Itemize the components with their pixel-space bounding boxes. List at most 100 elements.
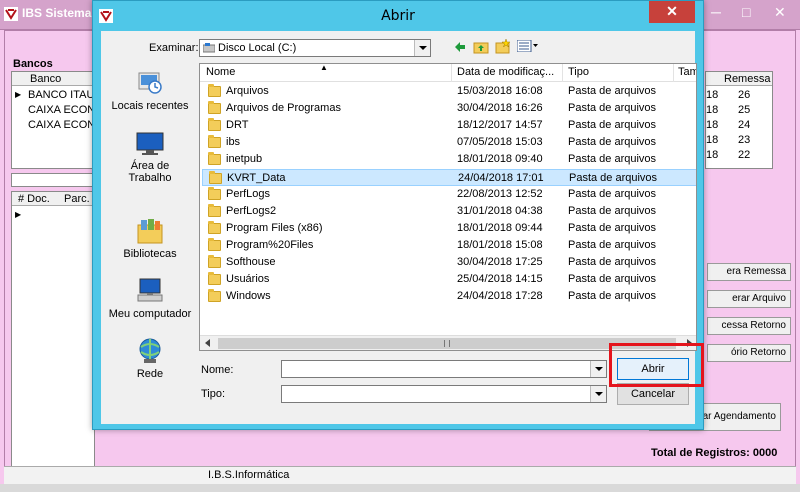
file-row[interactable]: Usuários 25/04/2018 14:15 Pasta de arquivo… <box>202 271 696 288</box>
folder-icon <box>208 186 221 200</box>
bancos-grid[interactable]: Banco ▶ BANCO ITAU CAIXA ECONO CAIXA ECO… <box>11 71 104 169</box>
file-row[interactable]: ibs 07/05/2018 15:03 Pasta de arquivos <box>202 134 696 151</box>
file-row[interactable]: Arquivos de Programas 30/04/2018 16:26 Pas… <box>202 100 696 117</box>
dialog-title: Abrir <box>381 8 415 24</box>
file-row[interactable]: PerfLogs 22/08/2013 12:52 Pasta de arquivo… <box>202 186 696 203</box>
desktop-icon <box>136 132 164 155</box>
row-pointer-icon: ▶ <box>15 210 22 219</box>
folder-icon <box>208 255 221 268</box>
file-type: Pasta de arquivos <box>568 256 657 268</box>
scrollbar-thumb[interactable] <box>218 338 676 349</box>
file-date: 31/01/2018 04:38 <box>457 204 543 217</box>
new-folder-icon[interactable] <box>495 38 511 54</box>
file-date: 24/04/2018 17:01 <box>458 171 544 184</box>
remessa-grid[interactable]: Remessa 18 26 18 25 18 24 18 23 18 22 <box>705 71 773 169</box>
file-type: Pasta de arquivos <box>569 171 658 184</box>
file-row[interactable]: Arquivos 15/03/2018 16:08 Pasta de arquivo… <box>202 83 696 100</box>
file-row[interactable]: DRT 18/12/2017 14:57 Pasta de arquivos <box>202 117 696 134</box>
file-type: Pasta de arquivos <box>568 204 657 217</box>
dialog-close-button[interactable]: ✕ <box>649 1 695 23</box>
file-type: Pasta de arquivos <box>568 85 657 97</box>
file-name: Program Files (x86) <box>226 221 323 234</box>
filter-field[interactable] <box>11 173 95 187</box>
file-name: Arquivos de Programas <box>226 102 341 115</box>
file-date: 30/04/2018 16:26 <box>457 102 543 115</box>
remessa-cell: 18 <box>706 134 719 146</box>
file-list-header: Nome ▲ Data de modificaç... Tipo Tam <box>200 64 696 82</box>
file-name: Windows <box>226 290 271 303</box>
look-in-value: Disco Local (C:) <box>218 42 297 54</box>
file-name-input[interactable] <box>281 360 607 378</box>
place-label: Meu computador <box>108 308 192 320</box>
place-libraries[interactable]: Bibliotecas <box>101 217 199 260</box>
folder-icon <box>208 237 221 251</box>
file-name: DRT <box>226 119 249 132</box>
folder-icon <box>208 220 221 234</box>
file-date: 24/04/2018 17:28 <box>457 290 543 303</box>
folder-icon <box>208 118 221 132</box>
column-size[interactable]: Tam <box>678 66 696 78</box>
column-date[interactable]: Data de modificaç... <box>457 66 561 78</box>
drive-icon <box>203 43 215 53</box>
banco-row[interactable]: BANCO ITAU <box>28 89 94 101</box>
file-row[interactable]: PerfLogs2 31/01/2018 04:38 Pasta de arquiv… <box>202 203 696 220</box>
place-desktop[interactable]: Área de Trabalho <box>101 131 199 184</box>
scroll-left-icon[interactable] <box>205 339 210 347</box>
column-name[interactable]: Nome <box>206 66 235 78</box>
documents-grid[interactable]: # Doc. Parc. ▶ <box>11 191 95 471</box>
look-in-label: Examinar: <box>149 42 199 54</box>
relatorio-retorno-button[interactable]: ório Retorno <box>707 344 791 362</box>
place-network[interactable]: Rede <box>101 337 199 380</box>
file-row[interactable]: KVRT_Data 24/04/2018 17:01 Pasta de arquiv… <box>202 168 696 186</box>
chevron-down-icon[interactable] <box>590 386 606 402</box>
row-pointer-icon: ▶ <box>15 90 22 99</box>
bancos-label: Bancos <box>13 58 53 70</box>
file-date: 30/04/2018 17:25 <box>457 256 543 268</box>
remessa-cell: 18 <box>706 119 719 131</box>
file-type-select[interactable] <box>281 385 607 403</box>
file-row[interactable]: inetpub 18/01/2018 09:40 Pasta de arquivos <box>202 151 696 168</box>
place-computer[interactable]: Meu computador <box>101 277 199 320</box>
remessa-cell: 18 <box>706 149 719 161</box>
remessa-cell: 18 <box>706 89 719 101</box>
places-bar: Locais recentes Área de Trabalho Bibliot… <box>101 61 199 380</box>
folder-icon <box>208 152 221 166</box>
place-recent[interactable]: Locais recentes <box>101 67 199 112</box>
chevron-down-icon[interactable] <box>590 361 606 377</box>
chevron-down-icon[interactable] <box>414 40 430 56</box>
file-row[interactable]: Softhouse 30/04/2018 17:25 Pasta de arquiv… <box>202 254 696 271</box>
status-bar: I.B.S.Informática <box>4 466 796 484</box>
file-row[interactable]: Program%20Files 18/01/2018 15:08 Pasta de … <box>202 237 696 254</box>
parc-column-header: Parc. <box>64 193 90 205</box>
total-registros-label: Total de Registros: 0000 <box>651 447 778 459</box>
processa-retorno-button[interactable]: cessa Retorno <box>707 317 791 335</box>
view-menu-icon[interactable] <box>517 40 539 52</box>
file-date: 07/05/2018 15:03 <box>457 136 543 149</box>
file-list[interactable]: Nome ▲ Data de modificaç... Tipo Tam Arq… <box>199 63 697 351</box>
gera-remessa-button[interactable]: era Remessa <box>707 263 791 281</box>
libraries-icon <box>137 219 163 244</box>
remessa-column-header: Remessa <box>724 73 771 85</box>
column-type[interactable]: Tipo <box>568 66 589 78</box>
minimize-icon[interactable]: ─ <box>711 4 721 20</box>
file-row[interactable]: Program Files (x86) 18/01/2018 09:44 Pasta… <box>202 220 696 237</box>
folder-icon <box>208 101 221 115</box>
folder-icon <box>208 272 221 286</box>
up-folder-icon[interactable] <box>473 39 489 54</box>
remessa-cell: 24 <box>738 119 751 131</box>
file-type: Pasta de arquivos <box>568 102 657 115</box>
file-date: 18/01/2018 15:08 <box>457 238 543 251</box>
file-type: Pasta de arquivos <box>568 119 657 132</box>
file-date: 22/08/2013 12:52 <box>457 187 543 200</box>
look-in-combo[interactable]: Disco Local (C:) <box>199 39 431 57</box>
gerar-arquivo-button[interactable]: erar Arquivo <box>707 290 791 308</box>
maximize-icon[interactable]: □ <box>742 4 750 20</box>
file-type: Pasta de arquivos <box>568 238 657 251</box>
place-label: Bibliotecas <box>123 248 177 260</box>
folder-icon <box>208 289 221 303</box>
back-arrow-icon[interactable] <box>453 40 467 54</box>
file-type: Pasta de arquivos <box>568 221 657 234</box>
file-row[interactable]: Windows 24/04/2018 17:28 Pasta de arquivos <box>202 288 696 305</box>
folder-icon <box>208 135 221 149</box>
close-icon[interactable]: ✕ <box>774 4 786 21</box>
